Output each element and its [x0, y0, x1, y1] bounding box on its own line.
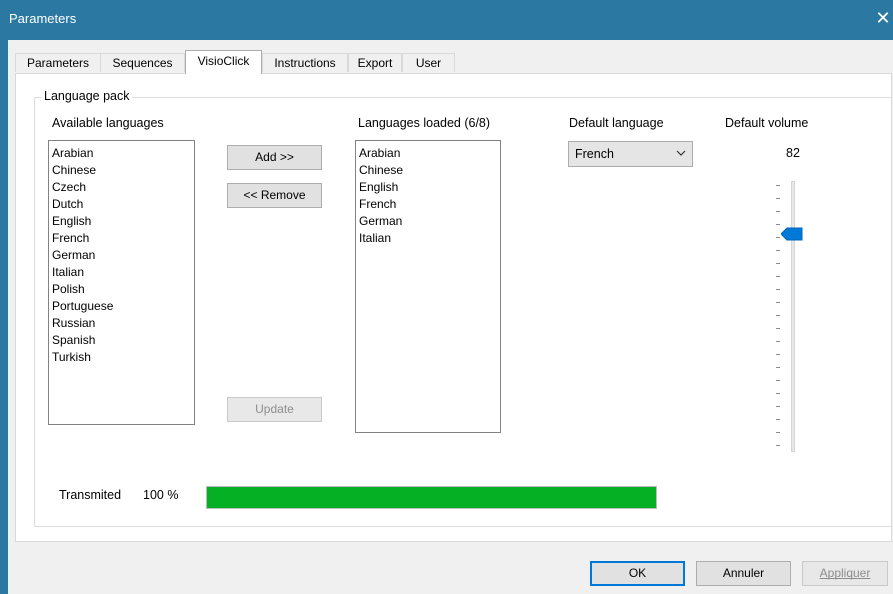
slider-tick — [776, 354, 780, 355]
list-item[interactable]: Chinese — [52, 162, 194, 179]
slider-tick — [776, 276, 780, 277]
available-languages-label: Available languages — [52, 116, 164, 130]
list-item[interactable]: Turkish — [52, 349, 194, 366]
list-item[interactable]: Arabian — [359, 145, 500, 162]
default-language-value: French — [575, 147, 614, 161]
list-item[interactable]: Italian — [359, 230, 500, 247]
slider-tick — [776, 237, 780, 238]
add-button[interactable]: Add >> — [227, 145, 322, 170]
transmitted-label: Transmited — [59, 488, 122, 502]
transmitted-percent: 100 % — [143, 488, 179, 502]
title-bar: Parameters ✕ — [0, 0, 893, 40]
update-button[interactable]: Update — [227, 397, 322, 422]
slider-tick — [776, 432, 780, 433]
slider-tick — [776, 367, 780, 368]
tab-visioclick[interactable]: VisioClick — [185, 50, 262, 74]
list-item[interactable]: Italian — [52, 264, 194, 281]
language-pack-title: Language pack — [42, 89, 132, 103]
slider-tick — [776, 315, 780, 316]
transmission-progress-bar — [206, 486, 657, 509]
window-title: Parameters — [9, 11, 77, 26]
default-language-select[interactable]: French — [568, 141, 693, 167]
slider-tick — [776, 328, 780, 329]
list-item[interactable]: Russian — [52, 315, 194, 332]
default-language-label: Default language — [569, 116, 664, 130]
list-item[interactable]: German — [52, 247, 194, 264]
default-volume-value: 82 — [786, 146, 800, 160]
cancel-button[interactable]: Annuler — [696, 561, 791, 586]
tab-sequences[interactable]: Sequences — [100, 53, 185, 72]
list-item[interactable]: English — [359, 179, 500, 196]
slider-tick — [776, 302, 780, 303]
list-item[interactable]: French — [359, 196, 500, 213]
slider-tick — [776, 198, 780, 199]
list-item[interactable]: Arabian — [52, 145, 194, 162]
slider-tick — [776, 250, 780, 251]
default-volume-label: Default volume — [725, 116, 809, 130]
slider-tick — [776, 445, 780, 446]
list-item[interactable]: French — [52, 230, 194, 247]
slider-tick — [776, 380, 780, 381]
ok-button[interactable]: OK — [590, 561, 685, 586]
slider-tick — [776, 406, 780, 407]
volume-slider-track[interactable] — [791, 181, 795, 452]
list-item[interactable]: Spanish — [52, 332, 194, 349]
languages-loaded-label: Languages loaded (6/8) — [358, 116, 491, 130]
tab-parameters[interactable]: Parameters — [15, 53, 101, 72]
list-item[interactable]: Polish — [52, 281, 194, 298]
tab-export[interactable]: Export — [348, 53, 402, 72]
slider-tick — [776, 393, 780, 394]
list-item[interactable]: English — [52, 213, 194, 230]
close-icon[interactable]: ✕ — [873, 8, 893, 29]
slider-tick — [776, 419, 780, 420]
list-item[interactable]: German — [359, 213, 500, 230]
remove-button[interactable]: << Remove — [227, 183, 322, 208]
slider-tick — [776, 341, 780, 342]
slider-tick — [776, 289, 780, 290]
tab-user[interactable]: User — [402, 53, 455, 72]
list-item[interactable]: Dutch — [52, 196, 194, 213]
slider-thumb-icon[interactable] — [781, 227, 803, 241]
chevron-down-icon — [676, 150, 686, 156]
apply-button[interactable]: Appliquer — [802, 561, 888, 586]
tab-instructions[interactable]: Instructions — [262, 53, 348, 72]
list-item[interactable]: Portuguese — [52, 298, 194, 315]
window-left-border — [0, 40, 8, 594]
list-item[interactable]: Czech — [52, 179, 194, 196]
available-languages-list[interactable]: Arabian Chinese Czech Dutch English Fren… — [48, 140, 195, 425]
languages-loaded-list[interactable]: Arabian Chinese English French German It… — [355, 140, 501, 433]
slider-tick — [776, 185, 780, 186]
slider-tick — [776, 211, 780, 212]
slider-tick — [776, 224, 780, 225]
list-item[interactable]: Chinese — [359, 162, 500, 179]
progress-fill — [207, 487, 656, 508]
slider-tick — [776, 263, 780, 264]
